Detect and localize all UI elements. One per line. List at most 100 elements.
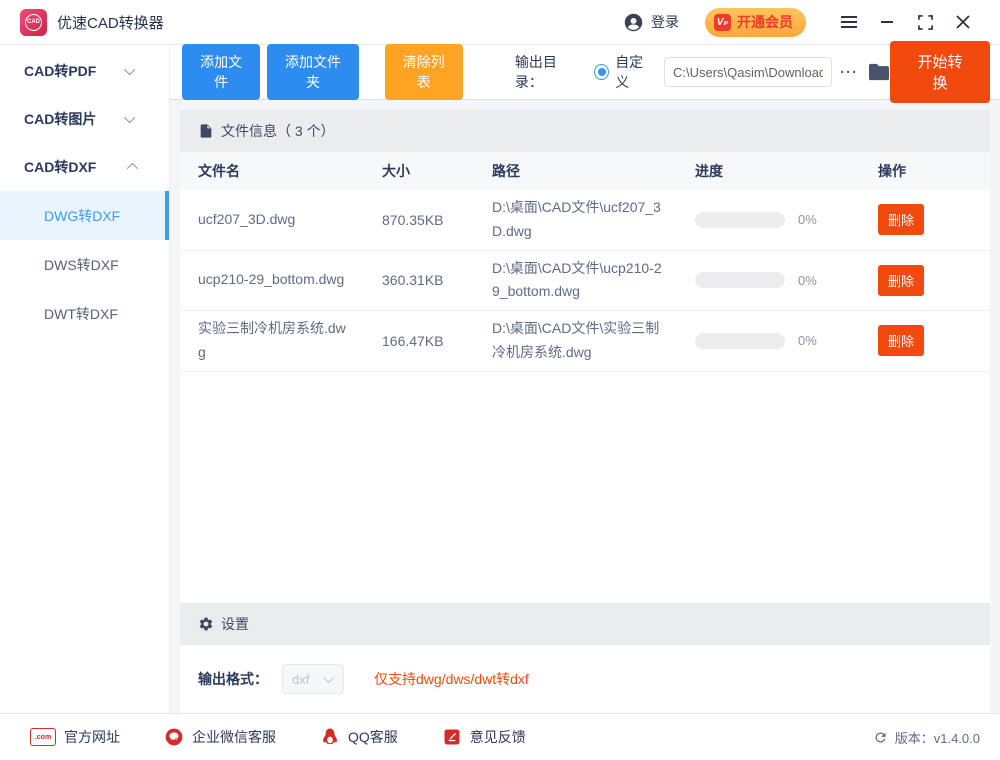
- column-header-progress: 进度: [677, 161, 860, 181]
- custom-dir-radio[interactable]: 自定义: [594, 52, 654, 92]
- official-site-link[interactable]: .com 官方网址: [30, 727, 120, 747]
- output-format-label: 输出格式：: [198, 669, 268, 689]
- official-site-icon: .com: [30, 728, 56, 746]
- file-name: ucf207_3D.dwg: [180, 208, 364, 232]
- progress-bar: [695, 212, 785, 228]
- add-file-button[interactable]: 添加文件: [182, 44, 260, 100]
- open-folder-icon[interactable]: [868, 62, 890, 82]
- file-info-bar: 文件信息（ 3 个）: [180, 110, 990, 152]
- sidebar-item-dws-to-dxf[interactable]: DWS转DXF: [0, 240, 169, 289]
- output-format-value: dxf: [292, 672, 309, 687]
- chevron-down-icon: [124, 112, 135, 123]
- table-header: 文件名 大小 路径 进度 操作: [180, 152, 990, 190]
- feedback-link[interactable]: 意见反馈: [442, 727, 526, 747]
- footer-links: .com 官方网址 企业微信客服 QQ客服 意见反馈: [30, 727, 526, 747]
- login-button[interactable]: 登录: [623, 12, 679, 33]
- column-header-action: 操作: [860, 161, 990, 181]
- progress-value: 0%: [798, 212, 817, 227]
- app-logo-text: CAD: [25, 14, 42, 31]
- footer-link-label: 官方网址: [64, 727, 120, 747]
- delete-button[interactable]: 删除: [878, 265, 924, 296]
- clear-list-button[interactable]: 清除列表: [385, 44, 463, 100]
- app-title: 优速CAD转换器: [57, 12, 164, 33]
- sidebar-group-label: CAD转PDF: [24, 61, 96, 81]
- content-area: 文件信息（ 3 个） 文件名 大小 路径 进度 操作 ucf207_3D.dwg…: [170, 100, 1000, 713]
- column-header-size: 大小: [364, 161, 474, 181]
- sidebar-group-label: CAD转DXF: [24, 157, 96, 177]
- sidebar-group-label: CAD转图片: [24, 109, 96, 129]
- file-size: 870.35KB: [364, 212, 474, 228]
- file-panel: 文件信息（ 3 个） 文件名 大小 路径 进度 操作 ucf207_3D.dwg…: [180, 110, 990, 713]
- sidebar-item-dwt-to-dxf[interactable]: DWT转DXF: [0, 289, 169, 338]
- sidebar-item-dwg-to-dxf[interactable]: DWG转DXF: [0, 191, 169, 240]
- settings-row: 输出格式： dxf 仅支持dwg/dws/dwt转dxf: [180, 645, 990, 713]
- close-icon[interactable]: [944, 7, 982, 37]
- progress-value: 0%: [798, 333, 817, 348]
- output-format-select[interactable]: dxf: [282, 664, 344, 694]
- wechat-service-link[interactable]: 企业微信客服: [164, 727, 276, 747]
- file-info-title: 文件信息（ 3 个）: [221, 121, 335, 141]
- qq-service-icon: [320, 727, 340, 747]
- output-dir-label: 输出目录：: [515, 52, 580, 92]
- footer: .com 官方网址 企业微信客服 QQ客服 意见反馈 版本：v1.4.0.0: [0, 713, 1000, 760]
- chevron-down-icon: [323, 672, 334, 683]
- vip-label: 开通会员: [737, 12, 793, 32]
- progress-bar: [695, 272, 785, 288]
- app-window: CAD 优速CAD转换器 登录 VIP 开通会员: [0, 0, 1000, 760]
- table-row: 实验三制冷机房系统.dwg 166.47KB D:\桌面\CAD文件\实验三制冷…: [180, 311, 990, 372]
- qq-service-link[interactable]: QQ客服: [320, 727, 398, 747]
- table-row: ucp210-29_bottom.dwg 360.31KB D:\桌面\CAD文…: [180, 251, 990, 312]
- progress-bar: [695, 333, 785, 349]
- column-header-path: 路径: [474, 161, 677, 181]
- refresh-icon[interactable]: [873, 730, 888, 745]
- document-icon: [198, 123, 214, 139]
- app-body: CAD转PDF CAD转图片 CAD转DXF DWG转DXF DWS转DXF D…: [0, 45, 1000, 713]
- output-path-input[interactable]: [664, 57, 832, 87]
- start-convert-button[interactable]: 开始转换: [890, 41, 990, 103]
- empty-list-space: [180, 372, 990, 603]
- format-hint-text: 仅支持dwg/dws/dwt转dxf: [374, 669, 529, 689]
- progress-value: 0%: [798, 273, 817, 288]
- sidebar: CAD转PDF CAD转图片 CAD转DXF DWG转DXF DWS转DXF D…: [0, 45, 170, 713]
- chevron-down-icon: [124, 64, 135, 75]
- footer-link-label: 企业微信客服: [192, 727, 276, 747]
- version-info: 版本：v1.4.0.0: [873, 728, 980, 747]
- settings-bar: 设置: [180, 603, 990, 645]
- file-path: D:\桌面\CAD文件\实验三制冷机房系统.dwg: [474, 317, 677, 365]
- file-size: 166.47KB: [364, 333, 474, 349]
- delete-button[interactable]: 删除: [878, 325, 924, 356]
- titlebar-right: 登录 VIP 开通会员: [623, 7, 982, 37]
- sidebar-group-cad-to-pdf[interactable]: CAD转PDF: [0, 47, 169, 95]
- menu-icon[interactable]: [830, 7, 868, 37]
- main-area: 添加文件 添加文件夹 清除列表 输出目录： 自定义 ··· 开始转换: [170, 45, 1000, 713]
- user-avatar-icon: [623, 12, 644, 33]
- add-folder-button[interactable]: 添加文件夹: [267, 44, 358, 100]
- browse-more-button[interactable]: ···: [840, 64, 858, 81]
- delete-button[interactable]: 删除: [878, 204, 924, 235]
- footer-link-label: 意见反馈: [470, 727, 526, 747]
- maximize-icon[interactable]: [906, 7, 944, 37]
- footer-link-label: QQ客服: [348, 727, 398, 747]
- window-controls: [830, 7, 982, 37]
- toolbar: 添加文件 添加文件夹 清除列表 输出目录： 自定义 ··· 开始转换: [170, 45, 1000, 100]
- progress-cell: 0%: [677, 333, 860, 349]
- version-label: 版本：v1.4.0.0: [895, 728, 980, 747]
- chevron-up-icon: [127, 163, 138, 174]
- column-header-name: 文件名: [180, 161, 364, 181]
- sidebar-group-cad-to-image[interactable]: CAD转图片: [0, 95, 169, 143]
- file-name: ucp210-29_bottom.dwg: [180, 268, 364, 292]
- progress-cell: 0%: [677, 272, 860, 288]
- feedback-icon: [442, 727, 462, 747]
- custom-dir-label: 自定义: [615, 52, 654, 92]
- radio-selected-icon: [594, 64, 609, 80]
- sidebar-group-cad-to-dxf[interactable]: CAD转DXF: [0, 143, 169, 191]
- table-row: ucf207_3D.dwg 870.35KB D:\桌面\CAD文件\ucf20…: [180, 190, 990, 251]
- vip-button[interactable]: VIP 开通会员: [705, 8, 806, 37]
- app-logo: CAD: [20, 9, 47, 36]
- titlebar-left: CAD 优速CAD转换器: [20, 9, 164, 36]
- progress-cell: 0%: [677, 212, 860, 228]
- minimize-icon[interactable]: [868, 7, 906, 37]
- gear-icon: [198, 616, 214, 632]
- wechat-service-icon: [164, 727, 184, 747]
- file-name: 实验三制冷机房系统.dwg: [180, 317, 364, 365]
